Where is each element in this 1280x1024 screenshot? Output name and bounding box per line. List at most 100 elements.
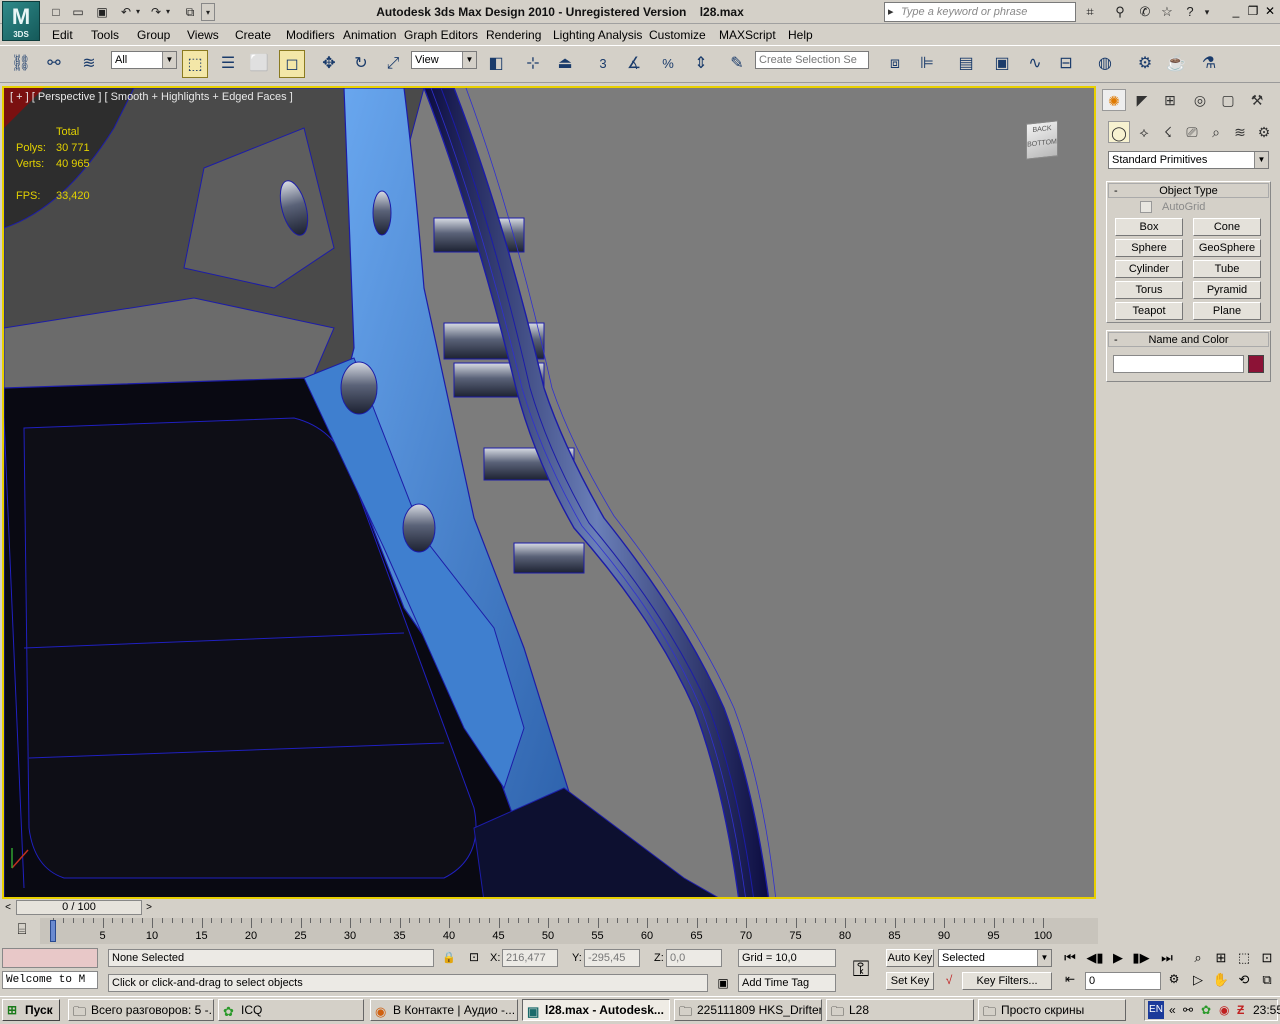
viewcube[interactable]: BACK BOTTOM	[1026, 120, 1058, 160]
mirror-icon[interactable]: ⧈	[882, 50, 908, 78]
create-tab-icon[interactable]: ✺	[1102, 89, 1126, 111]
current-frame-marker[interactable]	[50, 920, 56, 942]
taskbar-item-browser[interactable]: ◉ В Контакте | Аудио -...	[370, 999, 518, 1021]
pivot-center-icon[interactable]: ◧	[483, 50, 509, 78]
modify-tab-icon[interactable]: ◤	[1130, 89, 1154, 111]
menu-customize[interactable]: Customize	[649, 28, 706, 42]
layer-manager-icon[interactable]: ▤	[953, 50, 979, 78]
open-file-icon[interactable]: ▭	[69, 3, 87, 21]
cone-button[interactable]: Cone	[1193, 218, 1261, 236]
orbit-icon[interactable]: ⟲	[1234, 972, 1254, 988]
tube-button[interactable]: Tube	[1193, 260, 1261, 278]
maxscript-mini-listener[interactable]: Welcome to M	[2, 971, 98, 989]
render-setup-icon[interactable]: ⚙	[1132, 50, 1158, 78]
help-icon[interactable]: ?	[1180, 3, 1200, 21]
percent-snap-icon[interactable]: %	[655, 50, 681, 78]
box-button[interactable]: Box	[1115, 218, 1183, 236]
shapes-icon[interactable]: ⟡	[1133, 121, 1155, 143]
favorites-star-icon[interactable]: ☆	[1157, 3, 1177, 21]
select-by-name-icon[interactable]: ☰	[215, 50, 241, 78]
geosphere-button[interactable]: GeoSphere	[1193, 239, 1261, 257]
systems-icon[interactable]: ⚙	[1253, 121, 1275, 143]
time-slider-next-icon[interactable]: >	[143, 901, 155, 915]
communication-icon[interactable]: ✆	[1135, 3, 1155, 21]
network-icon[interactable]: ⚯	[1183, 1000, 1193, 1020]
cylinder-button[interactable]: Cylinder	[1115, 260, 1183, 278]
go-to-end-icon[interactable]: ⏭	[1157, 950, 1177, 966]
save-icon[interactable]: ▣	[93, 3, 111, 21]
autogrid-checkbox[interactable]	[1140, 201, 1152, 213]
menu-lighting-analysis[interactable]: Lighting Analysis	[553, 28, 642, 42]
bind-space-warp-icon[interactable]: ≋	[76, 50, 102, 78]
time-slider-thumb[interactable]: 0 / 100	[16, 900, 142, 915]
object-name-input[interactable]	[1113, 355, 1244, 373]
default-tangent-icon[interactable]: √	[940, 973, 958, 989]
pyramid-button[interactable]: Pyramid	[1193, 281, 1261, 299]
select-and-rotate-icon[interactable]: ↻	[348, 50, 374, 78]
new-file-icon[interactable]: □	[47, 3, 65, 21]
rectangular-selection-icon[interactable]: ⬜	[246, 50, 272, 78]
selection-lock-icon[interactable]: 🔒	[442, 951, 456, 965]
name-color-rollout-header[interactable]: - Name and Color	[1108, 332, 1269, 347]
taskbar-item-hks-drifter[interactable]: 🗀 225111809 HKS_Drifter	[674, 999, 822, 1021]
previous-frame-icon[interactable]: ◀▮	[1085, 950, 1105, 966]
track-bar[interactable]: 0510152025303540455055606570758085909510…	[40, 918, 1098, 944]
menu-animation[interactable]: Animation	[343, 28, 396, 42]
material-editor-icon[interactable]: ◍	[1092, 50, 1118, 78]
menu-modifiers[interactable]: Modifiers	[286, 28, 335, 42]
space-warps-icon[interactable]: ≋	[1229, 121, 1251, 143]
reference-coordinate-dropdown[interactable]: View ▼	[411, 51, 477, 69]
cameras-icon[interactable]: ⎚	[1181, 121, 1203, 143]
taskbar-item-chat[interactable]: 🗀 Всего разговоров: 5 -...	[68, 999, 214, 1021]
unlink-selection-icon[interactable]: ⚯	[41, 50, 67, 78]
select-manipulate-icon[interactable]: ⊹	[520, 50, 546, 78]
spinner-snap-icon[interactable]: ⇕	[688, 50, 714, 78]
restore-icon[interactable]: ❐	[1245, 3, 1261, 19]
object-color-swatch[interactable]	[1248, 355, 1264, 373]
subscription-icon[interactable]: ⚲	[1110, 3, 1130, 21]
menu-rendering[interactable]: Rendering	[486, 28, 541, 42]
minimize-icon[interactable]: _	[1228, 3, 1244, 19]
zoom-all-icon[interactable]: ⊞	[1211, 950, 1231, 966]
menu-help[interactable]: Help	[788, 28, 813, 42]
hierarchy-tab-icon[interactable]: ⊞	[1158, 89, 1182, 111]
key-filters-button[interactable]: Key Filters...	[962, 972, 1052, 990]
field-of-view-icon[interactable]: ▷	[1188, 972, 1208, 988]
maximize-viewport-icon[interactable]: ⧉	[1257, 972, 1277, 988]
teapot-button[interactable]: Teapot	[1115, 302, 1183, 320]
keyboard-shortcut-override-icon[interactable]: ⏏	[552, 50, 578, 78]
current-frame-field[interactable]: 0	[1085, 972, 1161, 990]
graphite-modeling-icon[interactable]: ▣	[989, 50, 1015, 78]
primitive-category-dropdown[interactable]: Standard Primitives ▼	[1108, 151, 1269, 169]
menu-edit[interactable]: Edit	[52, 28, 73, 42]
angle-snap-icon[interactable]: ∡	[621, 50, 647, 78]
time-configuration-icon[interactable]: ⚙	[1164, 972, 1184, 986]
mini-curve-editor-icon[interactable]: ⌸	[10, 921, 34, 941]
curve-editor-icon[interactable]: ∿	[1022, 50, 1048, 78]
binoculars-icon[interactable]: ⌗	[1080, 3, 1100, 21]
redo-dropdown-icon[interactable]: ▾	[163, 3, 173, 21]
utilities-tab-icon[interactable]: ⚒	[1245, 89, 1269, 111]
named-selection-input[interactable]: Create Selection Se	[755, 51, 869, 69]
edit-named-selections-icon[interactable]: ✎	[724, 50, 750, 78]
menu-graph-editors[interactable]: Graph Editors	[404, 28, 478, 42]
taskbar-item-icq[interactable]: ✿ ICQ	[218, 999, 364, 1021]
lights-icon[interactable]: ☇	[1157, 121, 1179, 143]
icq-tray-icon[interactable]: ✿	[1201, 1000, 1211, 1020]
pan-view-icon[interactable]: ✋	[1211, 972, 1231, 988]
quick-render-icon[interactable]: ⚗	[1196, 50, 1222, 78]
select-and-link-icon[interactable]: ⛓	[8, 50, 34, 78]
auto-key-button[interactable]: Auto Key	[886, 949, 934, 967]
menu-group[interactable]: Group	[137, 28, 170, 42]
search-input[interactable]: Type a keyword or phrase	[884, 2, 1076, 22]
rendered-frame-window-icon[interactable]: ☕	[1163, 50, 1189, 78]
absolute-mode-icon[interactable]: ⊡	[466, 950, 482, 966]
set-key-button[interactable]: Set Key	[886, 972, 934, 990]
sphere-button[interactable]: Sphere	[1115, 239, 1183, 257]
zoom-extents-icon[interactable]: ⬚	[1234, 950, 1254, 966]
taskbar-item-screenshots[interactable]: 🗀 Просто скрины	[978, 999, 1126, 1021]
select-and-move-icon[interactable]: ✥	[316, 50, 342, 78]
z-coord-field[interactable]: 0,0	[666, 949, 722, 967]
taskbar-item-l28[interactable]: 🗀 L28	[826, 999, 974, 1021]
y-coord-field[interactable]: -295,45	[584, 949, 640, 967]
